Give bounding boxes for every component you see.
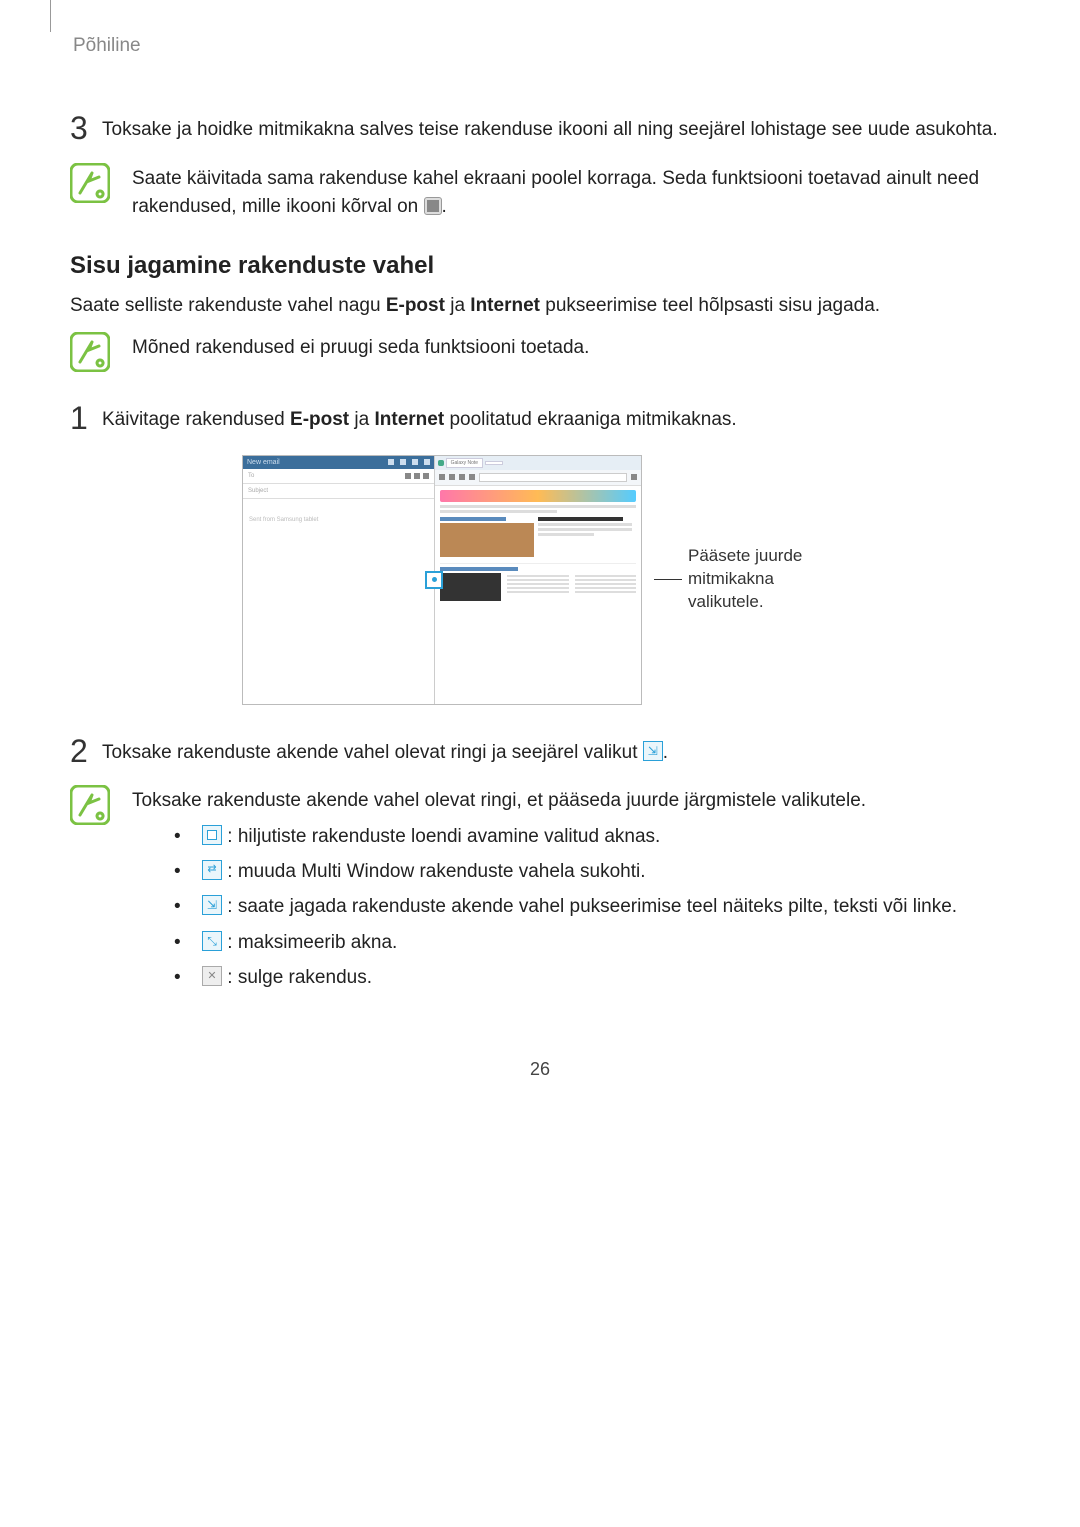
note-icon [70, 163, 110, 203]
header-section: Põhiline [73, 35, 1010, 57]
note-icon [70, 785, 110, 825]
note-text: Mõned rakendused ei pruugi seda funktsio… [132, 332, 589, 363]
step-text: Toksake ja hoidke mitmikakna salves teis… [102, 112, 998, 145]
mock-email-app: New email To Subject Sent from Samsung t… [243, 456, 435, 704]
close-icon [202, 966, 222, 986]
sec-body-b1: E-post [386, 295, 445, 316]
step-number: 3 [70, 112, 102, 144]
mock-browser-app: Galaxy Note [435, 456, 641, 704]
note-unsupported: Mõned rakendused ei pruugi seda funktsio… [70, 332, 1010, 372]
sec-body-pre: Saate selliste rakenduste vahel nagu [70, 295, 386, 316]
callout-leader-line [654, 579, 682, 580]
swap-windows-icon [202, 860, 222, 880]
mock-to-label: To [248, 473, 254, 479]
multiwindow-handle-icon [425, 571, 443, 589]
step-number: 2 [70, 735, 102, 767]
mock-email-title: New email [247, 459, 280, 466]
mock-email-header: New email [243, 456, 434, 469]
step-text: Käivitage rakendused E-post ja Internet … [102, 402, 737, 435]
section-title: Sisu jagamine rakenduste vahel [70, 252, 1010, 280]
step-3: 3 Toksake ja hoidke mitmikakna salves te… [70, 112, 1010, 145]
note-icon [70, 332, 110, 372]
mock-to-field: To [243, 469, 434, 484]
option-max-text: : maksimeerib akna. [222, 932, 397, 953]
callout-text: Pääsete juurde mitmikakna valikutele. [688, 545, 838, 614]
note-dual-app: Saate käivitada sama rakenduse kahel ekr… [70, 163, 1010, 222]
s1b-b2: Internet [374, 409, 444, 430]
note3-intro: Toksake rakenduste akende vahel olevat r… [132, 787, 957, 816]
page-number: 26 [70, 1059, 1010, 1080]
recent-apps-icon [202, 825, 222, 845]
step-1b: 1 Käivitage rakendused E-post ja Interne… [70, 402, 1010, 435]
s2b-period: . [663, 742, 668, 763]
option-share: : saate jagada rakenduste akende vahel p… [132, 892, 957, 921]
mock-tablet-screenshot: New email To Subject Sent from Samsung t… [242, 455, 642, 705]
mock-email-body: Sent from Samsung tablet [243, 499, 434, 704]
step-2b: 2 Toksake rakenduste akende vahel olevat… [70, 735, 1010, 768]
option-close: : sulge rakendus. [132, 963, 957, 992]
step-number: 1 [70, 402, 102, 434]
section-body: Saate selliste rakenduste vahel nagu E-p… [70, 292, 1010, 321]
note1-period: . [442, 196, 447, 217]
maximize-icon [202, 931, 222, 951]
sec-body-mid: ja [445, 295, 470, 316]
mock-browser-toolbar [435, 470, 641, 486]
option-swap: : muuda Multi Window rakenduste vahela s… [132, 857, 957, 886]
options-list: : hiljutiste rakenduste loendi avamine v… [132, 822, 957, 993]
s1b-post: poolitatud ekraaniga mitmikaknas. [444, 409, 737, 430]
note-text: Toksake rakenduste akende vahel olevat r… [132, 785, 957, 999]
option-share-text: : saate jagada rakenduste akende vahel p… [222, 896, 957, 917]
s1b-b1: E-post [290, 409, 349, 430]
sec-body-b2: Internet [470, 295, 540, 316]
s2b-pre: Toksake rakenduste akende vahel olevat r… [102, 742, 643, 763]
mock-subject-field: Subject [243, 484, 434, 499]
mock-browser-tabs: Galaxy Note [435, 456, 641, 470]
dual-launch-icon [424, 197, 442, 215]
drag-content-icon [202, 895, 222, 915]
mock-webpage [435, 486, 641, 704]
s1b-pre: Käivitage rakendused [102, 409, 290, 430]
figure-multiwindow: New email To Subject Sent from Samsung t… [70, 455, 1010, 705]
option-recent-text: : hiljutiste rakenduste loendi avamine v… [222, 826, 660, 847]
mock-subject-label: Subject [248, 488, 268, 494]
mock-tab-label: Galaxy Note [446, 458, 484, 468]
margin-rule [50, 0, 51, 32]
option-maximize: : maksimeerib akna. [132, 928, 957, 957]
s1b-mid: ja [349, 409, 374, 430]
note1-pre: Saate käivitada sama rakenduse kahel ekr… [132, 168, 979, 218]
drag-content-icon [643, 741, 663, 761]
figure-callout: Pääsete juurde mitmikakna valikutele. [654, 545, 838, 614]
note-options: Toksake rakenduste akende vahel olevat r… [70, 785, 1010, 999]
option-recent: : hiljutiste rakenduste loendi avamine v… [132, 822, 957, 851]
note-text: Saate käivitada sama rakenduse kahel ekr… [132, 163, 1010, 222]
sec-body-post: pukseerimise teel hõlpsasti sisu jagada. [540, 295, 880, 316]
step-text: Toksake rakenduste akende vahel olevat r… [102, 735, 668, 768]
option-swap-text: : muuda Multi Window rakenduste vahela s… [222, 861, 646, 882]
option-close-text: : sulge rakendus. [222, 967, 372, 988]
document-page: Põhiline 3 Toksake ja hoidke mitmikakna … [0, 0, 1080, 1515]
